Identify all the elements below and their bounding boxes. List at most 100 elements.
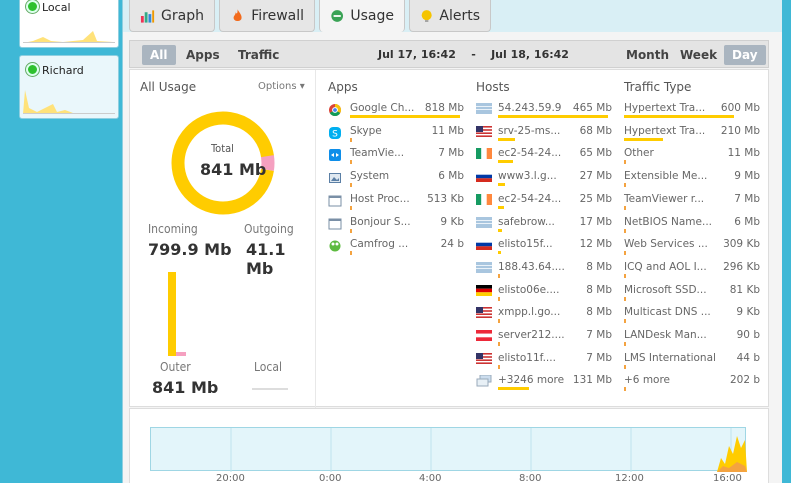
usage-bar <box>624 183 626 188</box>
list-item[interactable]: xmpp.l.go... 8 Mb <box>476 304 612 326</box>
list-item[interactable]: TeamViewer r... 7 Mb <box>624 191 760 213</box>
list-item[interactable]: server212.... 7 Mb <box>476 327 612 349</box>
item-value: 11 Mb <box>431 124 464 137</box>
usage-bar <box>350 205 352 210</box>
list-item[interactable]: ec2-54-24... 25 Mb <box>476 191 612 213</box>
list-item[interactable]: Hypertext Tra... 210 Mb <box>624 123 760 145</box>
item-name: xmpp.l.go... <box>498 306 561 319</box>
graph-icon <box>140 9 155 23</box>
list-item[interactable]: ICQ and AOL I... 296 Kb <box>624 259 760 281</box>
filter-all-button[interactable]: All <box>142 45 176 65</box>
flag-generic-icon <box>476 103 492 115</box>
timeline-label: 16:00 <box>713 473 742 483</box>
list-item[interactable]: System 6 Mb <box>328 168 464 190</box>
filter-apps-button[interactable]: Apps <box>178 45 228 65</box>
item-name: Extensible Me... <box>624 170 708 183</box>
list-item[interactable]: +3246 more 131 Mb <box>476 372 612 394</box>
list-item[interactable]: 54.243.59.9 465 Mb <box>476 100 612 122</box>
flag-ru-icon <box>476 239 492 251</box>
outer-label: Outer <box>160 360 191 374</box>
list-item[interactable]: Camfrog ... 24 b <box>328 236 464 258</box>
item-value: 7 Mb <box>586 351 612 364</box>
timeline-label: 20:00 <box>216 473 245 483</box>
tab-firewall[interactable]: Firewall <box>219 0 315 32</box>
usage-bar <box>624 342 626 346</box>
list-item[interactable]: S Skype 11 Mb <box>328 123 464 145</box>
item-name: 54.243.59.9 <box>498 102 562 114</box>
list-item[interactable]: Web Services ... 309 Kb <box>624 236 760 258</box>
item-name: Bonjour S... <box>350 215 411 228</box>
traffic-title: Traffic Type <box>624 80 692 94</box>
usage-bar <box>624 137 663 141</box>
usage-bar <box>624 160 626 165</box>
list-item[interactable]: Multicast DNS ... 9 Kb <box>624 304 760 326</box>
usage-bar <box>624 251 626 256</box>
item-value: 81 Kb <box>729 283 760 296</box>
list-item[interactable]: LMS International 44 b <box>624 350 760 372</box>
usage-bar <box>498 273 500 278</box>
list-item[interactable]: Hypertext Tra... 600 Mb <box>624 100 760 122</box>
device-name: Richard <box>42 64 84 77</box>
item-value: 65 Mb <box>579 147 612 160</box>
list-item[interactable]: Google Ch... 818 Mb <box>328 100 464 122</box>
list-item[interactable]: NetBIOS Name... 6 Mb <box>624 214 760 236</box>
list-item[interactable]: Bonjour S... 9 Kb <box>328 214 464 236</box>
item-name: safebrow... <box>498 215 555 228</box>
main-panel: Graph Firewall Usage Alerts All Apps Tra… <box>122 0 783 483</box>
list-item[interactable]: srv-25-ms... 68 Mb <box>476 123 612 145</box>
item-name: +3246 more <box>498 374 565 387</box>
flag-us-icon <box>476 125 492 138</box>
tab-graph[interactable]: Graph <box>129 0 215 32</box>
options-dropdown[interactable]: Options ▾ <box>258 81 305 92</box>
item-value: 12 Mb <box>579 238 612 251</box>
flag-ru-icon <box>476 171 492 183</box>
list-item[interactable]: +6 more 202 b <box>624 372 760 394</box>
list-item[interactable]: LANDesk Man... 90 b <box>624 327 760 349</box>
list-item[interactable]: elisto11f.... 7 Mb <box>476 350 612 372</box>
period-week-button[interactable]: Week <box>672 45 725 65</box>
usage-bar <box>498 115 608 118</box>
total-value: 841 Mb <box>200 160 267 179</box>
usage-bar <box>498 160 514 164</box>
usage-bar <box>624 115 734 118</box>
period-day-button[interactable]: Day <box>724 45 766 65</box>
date-range[interactable]: Jul 17, 16:42 - Jul 18, 16:42 <box>378 45 569 65</box>
timeline-label: 0:00 <box>319 473 342 483</box>
device-card-richard[interactable]: Richard <box>19 55 119 119</box>
item-name: srv-25-ms... <box>498 124 561 137</box>
apps-column: Apps Google Ch... 818 Mb S Skype 11 Mb TeamVi… <box>328 70 464 408</box>
svg-text:S: S <box>332 129 338 139</box>
list-item[interactable]: ec2-54-24... 65 Mb <box>476 145 612 167</box>
usage-bar <box>498 251 502 255</box>
flag-us-icon <box>476 307 492 319</box>
list-item[interactable]: Extensible Me... 9 Mb <box>624 168 760 190</box>
list-item[interactable]: elisto15f... 12 Mb <box>476 236 612 258</box>
tab-alerts[interactable]: Alerts <box>409 0 491 32</box>
tab-usage[interactable]: Usage <box>319 0 405 32</box>
list-item[interactable]: safebrow... 17 Mb <box>476 214 612 236</box>
flag-ie-icon <box>476 193 492 206</box>
list-item[interactable]: TeamVie... 7 Mb <box>328 145 464 167</box>
list-item[interactable]: Other 11 Mb <box>624 145 760 167</box>
list-item[interactable]: Host Proc... 513 Kb <box>328 191 464 213</box>
item-name: +6 more <box>624 374 671 387</box>
device-card-local[interactable]: Local <box>19 0 119 48</box>
period-month-button[interactable]: Month <box>618 45 677 65</box>
item-value: 11 Mb <box>727 147 760 160</box>
list-item[interactable]: 188.43.64.... 8 Mb <box>476 259 612 281</box>
item-name: Google Ch... <box>350 102 415 114</box>
usage-timeline[interactable]: 20:00 0:00 4:00 8:00 12:00 16:00 <box>129 408 769 483</box>
tab-label: Alerts <box>439 7 480 24</box>
local-label: Local <box>254 360 282 374</box>
item-value: 9 Kb <box>440 215 464 228</box>
usage-bar <box>624 228 626 233</box>
item-name: ec2-54-24... <box>498 147 562 160</box>
list-item[interactable]: www3.l.g... 27 Mb <box>476 168 612 190</box>
flag-at-icon <box>476 330 492 342</box>
usage-bar <box>624 319 626 324</box>
usage-bar <box>498 319 500 324</box>
usage-bar <box>624 273 626 278</box>
filter-traffic-button[interactable]: Traffic <box>230 45 287 65</box>
list-item[interactable]: Microsoft SSD... 81 Kb <box>624 282 760 304</box>
list-item[interactable]: elisto06e.... 8 Mb <box>476 282 612 304</box>
